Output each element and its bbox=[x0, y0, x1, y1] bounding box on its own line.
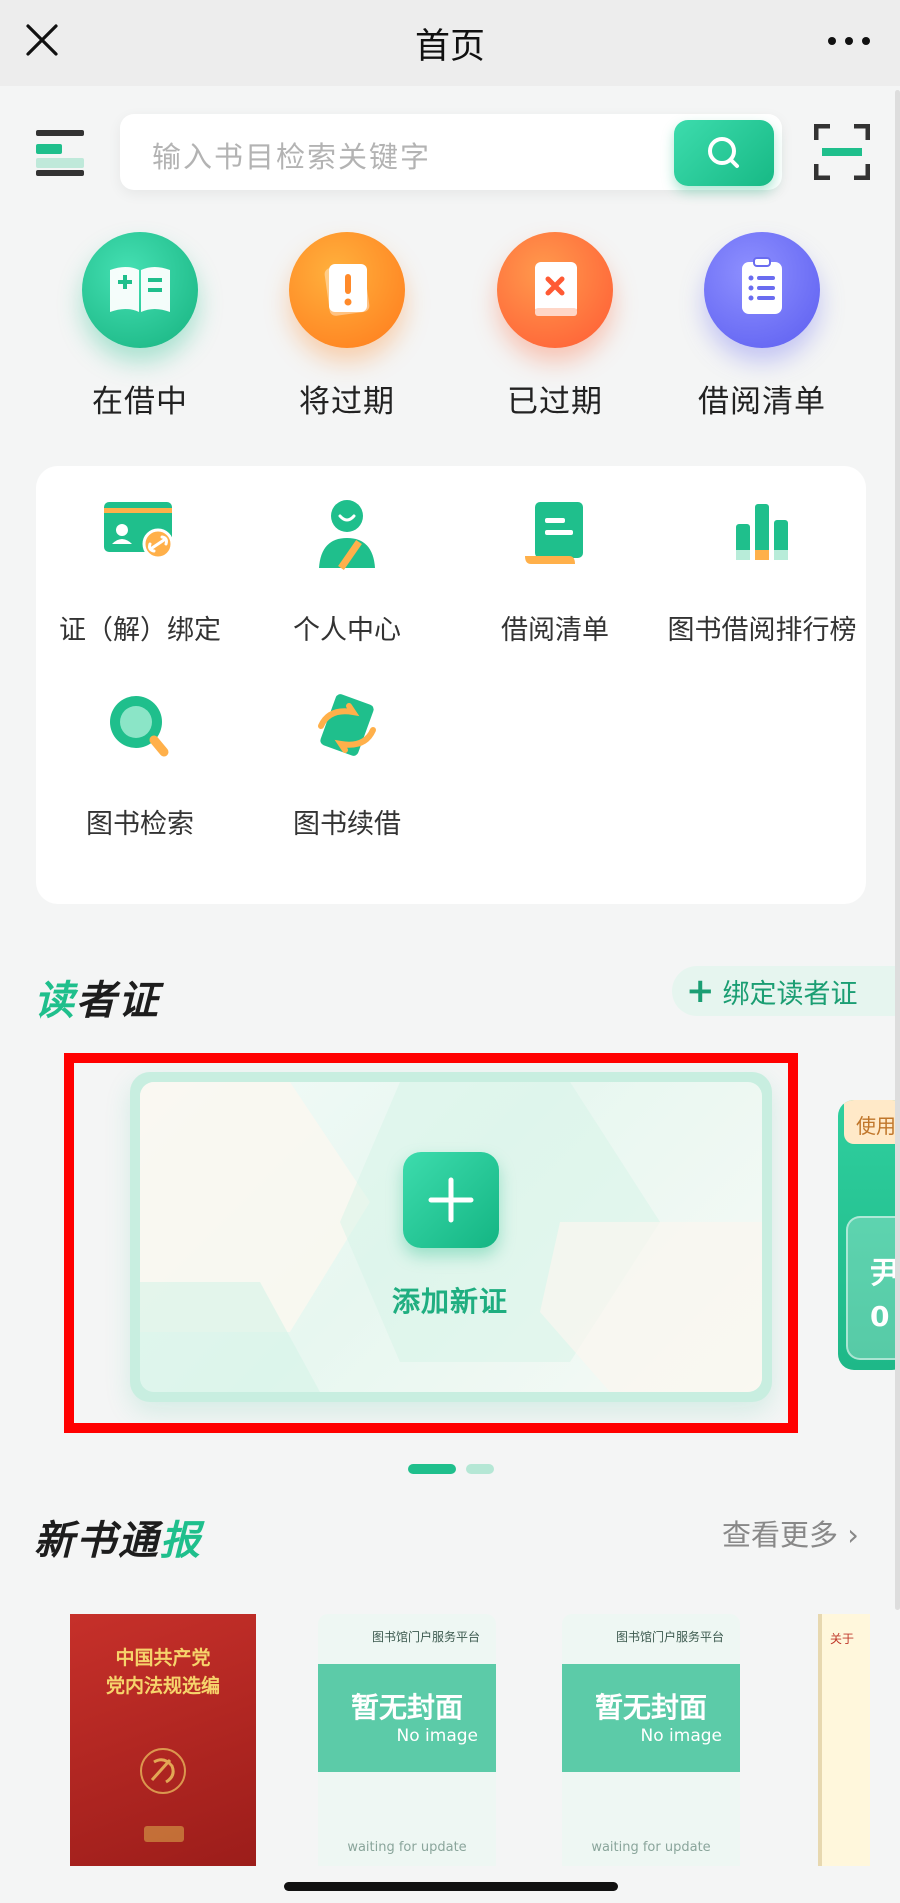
card-peek-number: 0 bbox=[870, 1300, 890, 1333]
card-status-tag: 使用 bbox=[844, 1100, 900, 1144]
clipboard-list-icon bbox=[704, 232, 820, 348]
renew-book-icon bbox=[318, 694, 376, 756]
plus-icon: + bbox=[686, 971, 715, 1011]
carousel-dot[interactable] bbox=[466, 1464, 494, 1474]
platform-label: 图书馆门户服务平台 bbox=[615, 1630, 724, 1644]
service-book-search-label: 图书检索 bbox=[86, 809, 194, 840]
quick-expired-label: 已过期 bbox=[507, 384, 603, 420]
quick-expiring-label: 将过期 bbox=[299, 384, 395, 420]
book-cover-2[interactable]: 图书馆门户服务平台 暂无封面 No image waiting for upda… bbox=[318, 1614, 496, 1866]
search-button[interactable] bbox=[674, 120, 774, 186]
bind-reader-card-label: 绑定读者证 bbox=[722, 978, 858, 1010]
page-title: 首页 bbox=[414, 26, 485, 67]
quick-expiring[interactable]: 将过期 bbox=[262, 232, 432, 421]
book-title: 关于 bbox=[830, 1632, 855, 1646]
more-icon[interactable] bbox=[824, 26, 874, 56]
carousel-dot-active[interactable] bbox=[408, 1464, 456, 1474]
service-book-renew[interactable]: 图书续借 bbox=[242, 692, 452, 841]
service-borrow-list-label: 借阅清单 bbox=[501, 615, 609, 646]
no-cover-text: 暂无封面 bbox=[594, 1691, 707, 1724]
book-cover-3[interactable]: 图书馆门户服务平台 暂无封面 No image waiting for upda… bbox=[562, 1614, 740, 1866]
user-icon bbox=[319, 500, 375, 570]
chevron-right-icon: › bbox=[847, 1518, 859, 1552]
book-cover-1[interactable]: 中国共产党 党内法规选编 bbox=[70, 1614, 256, 1866]
service-personal-center[interactable]: 个人中心 bbox=[242, 498, 452, 647]
highlight-box bbox=[64, 1053, 798, 1433]
platform-label: 图书馆门户服务平台 bbox=[371, 1630, 480, 1644]
scrollbar[interactable] bbox=[895, 90, 900, 1610]
new-books-title: 新书通报 bbox=[34, 1518, 202, 1564]
scroll-list-icon bbox=[525, 502, 583, 564]
quick-borrowing[interactable]: 在借中 bbox=[55, 232, 225, 421]
quick-expired[interactable]: 已过期 bbox=[470, 232, 640, 421]
open-book-icon bbox=[82, 232, 198, 348]
warning-book-icon bbox=[289, 232, 405, 348]
search-icon bbox=[708, 137, 739, 168]
book-cover-4[interactable]: 关于 bbox=[818, 1614, 870, 1866]
waiting-text: waiting for update bbox=[591, 1840, 711, 1855]
waiting-text: waiting for update bbox=[347, 1840, 467, 1855]
expired-book-icon bbox=[497, 232, 613, 348]
quick-borrow-list-label: 借阅清单 bbox=[698, 384, 826, 420]
service-personal-center-label: 个人中心 bbox=[293, 615, 401, 646]
menu-icon[interactable] bbox=[34, 128, 86, 178]
magnifier-icon bbox=[110, 696, 169, 757]
no-image-text: No image bbox=[396, 1726, 478, 1746]
nav-bar: 首页 bbox=[0, 0, 900, 86]
close-icon[interactable] bbox=[20, 18, 64, 62]
no-cover-text: 暂无封面 bbox=[350, 1691, 463, 1724]
service-card-binding[interactable]: 证（解）绑定 bbox=[35, 498, 245, 647]
view-more-link[interactable]: 查看更多 › bbox=[722, 1512, 859, 1554]
no-image-text: No image bbox=[640, 1726, 722, 1746]
reader-card-peek[interactable]: 使用 bbox=[838, 1100, 900, 1370]
service-card-binding-label: 证（解）绑定 bbox=[59, 615, 221, 646]
book-title: 中国共产党 党内法规选编 bbox=[105, 1647, 220, 1697]
quick-borrow-list[interactable]: 借阅清单 bbox=[677, 232, 847, 421]
service-borrow-ranking-label: 图书借阅排行榜 bbox=[667, 615, 857, 646]
service-borrow-ranking[interactable]: 图书借阅排行榜 bbox=[657, 498, 867, 647]
card-link-icon bbox=[104, 502, 174, 560]
bar-chart-icon bbox=[736, 504, 788, 560]
service-book-search[interactable]: 图书检索 bbox=[35, 692, 245, 841]
home-indicator[interactable] bbox=[284, 1882, 618, 1891]
party-emblem-icon bbox=[140, 1748, 186, 1794]
search-bar[interactable]: 输入书目检索关键字 bbox=[120, 114, 782, 190]
search-input[interactable]: 输入书目检索关键字 bbox=[152, 134, 431, 176]
service-book-renew-label: 图书续借 bbox=[293, 809, 401, 840]
quick-borrowing-label: 在借中 bbox=[92, 384, 188, 420]
publisher-logo bbox=[144, 1826, 184, 1842]
scan-icon[interactable] bbox=[814, 124, 870, 180]
reader-card-title: 读者证 bbox=[34, 978, 160, 1024]
bind-reader-card-button[interactable]: + 绑定读者证 bbox=[672, 966, 900, 1016]
service-borrow-list[interactable]: 借阅清单 bbox=[450, 498, 660, 647]
